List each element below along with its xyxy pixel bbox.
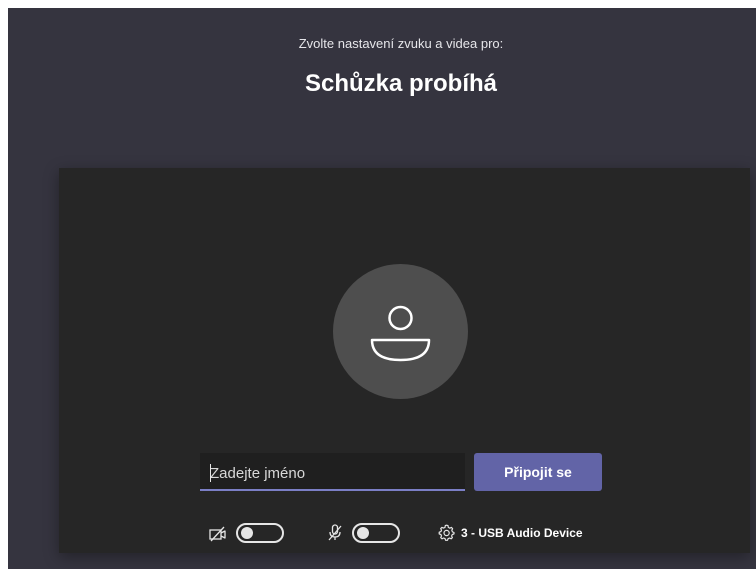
microphone-toggle[interactable]: [352, 523, 400, 543]
audio-device-label[interactable]: 3 - USB Audio Device: [461, 526, 583, 540]
camera-off-icon[interactable]: [209, 526, 227, 542]
video-preview: Připojit se 3 - USB Audio Device: [59, 168, 750, 553]
gear-icon[interactable]: [438, 524, 455, 541]
meeting-title: Schůzka probíhá: [304, 70, 498, 97]
prejoin-screen: Zvolte nastavení zvuku a videa pro: Schů…: [8, 8, 756, 569]
name-input[interactable]: [200, 453, 465, 491]
person-icon: [370, 305, 431, 362]
avatar: [333, 264, 468, 399]
prejoin-subtitle: Zvolte nastavení zvuku a videa pro:: [298, 36, 504, 51]
camera-toggle[interactable]: [236, 523, 284, 543]
camera-toggle-knob: [241, 527, 253, 539]
microphone-toggle-knob: [357, 527, 369, 539]
mic-off-icon[interactable]: [327, 524, 343, 542]
text-caret: [210, 464, 211, 482]
join-button[interactable]: Připojit se: [474, 453, 602, 491]
